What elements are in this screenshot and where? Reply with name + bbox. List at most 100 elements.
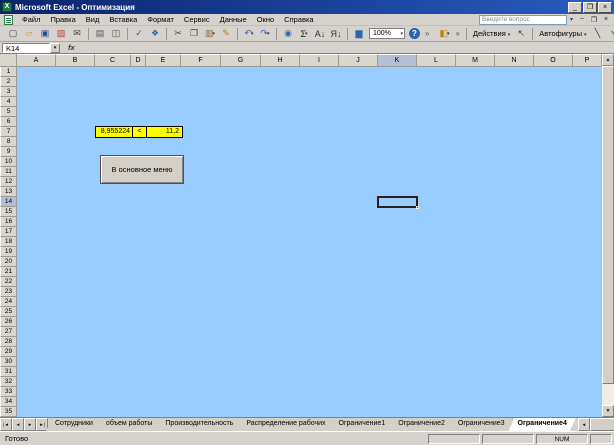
tab-last-button[interactable]: ►| bbox=[36, 418, 48, 431]
question-input[interactable]: Введите вопрос bbox=[479, 15, 567, 25]
zoom-combo[interactable]: 100%▾ bbox=[369, 28, 405, 39]
sheet-tab-сотрудники[interactable]: Сотрудники bbox=[46, 418, 102, 431]
undo-icon[interactable]: ↶▾ bbox=[242, 27, 256, 40]
column-header-G[interactable]: G bbox=[221, 54, 261, 67]
column-header-A[interactable]: A bbox=[17, 54, 56, 67]
selected-cell-k14[interactable] bbox=[377, 196, 418, 208]
row-header-8[interactable]: 8 bbox=[0, 137, 17, 147]
autosum-icon[interactable]: Σ▾ bbox=[297, 27, 311, 40]
workbook-restore-button[interactable]: ❐ bbox=[588, 16, 600, 24]
menu-вставка[interactable]: Вставка bbox=[104, 14, 142, 25]
menu-справка[interactable]: Справка bbox=[279, 14, 318, 25]
tab-first-button[interactable]: |◄ bbox=[0, 418, 12, 431]
mail-icon[interactable]: ✉ bbox=[70, 27, 84, 40]
row-header-10[interactable]: 10 bbox=[0, 157, 17, 167]
row-header-7[interactable]: 7 bbox=[0, 127, 17, 137]
minimize-button[interactable]: _ bbox=[568, 2, 582, 13]
print-preview-icon[interactable]: ◫ bbox=[109, 27, 123, 40]
row-header-32[interactable]: 32 bbox=[0, 377, 17, 387]
sheet-tab-ограничение4[interactable]: Ограничение4 bbox=[509, 418, 576, 431]
research-icon[interactable]: ❖ bbox=[148, 27, 162, 40]
restore-button[interactable]: ❐ bbox=[583, 2, 597, 13]
scroll-down-icon[interactable]: ▼ bbox=[602, 405, 614, 417]
vertical-scrollbar[interactable]: ▲ ▼ bbox=[602, 54, 614, 417]
column-header-D[interactable]: D bbox=[131, 54, 146, 67]
row-header-1[interactable]: 1 bbox=[0, 67, 17, 77]
grid-canvas[interactable]: 8,955224 < 11,2 В основное меню bbox=[17, 67, 602, 417]
name-box-dropdown-icon[interactable]: ▾ bbox=[50, 43, 60, 53]
toolbar-options-icon[interactable]: » bbox=[425, 29, 429, 38]
paste-icon[interactable]: ▥▾ bbox=[203, 27, 217, 40]
row-header-27[interactable]: 27 bbox=[0, 327, 17, 337]
name-box[interactable]: K14 bbox=[2, 43, 50, 53]
menu-файл[interactable]: Файл bbox=[17, 14, 45, 25]
chart-wizard-icon[interactable]: ▆ bbox=[352, 27, 366, 40]
insert-function-icon[interactable]: fx bbox=[68, 43, 75, 52]
line-icon[interactable]: ╲ bbox=[590, 27, 604, 40]
menu-формат[interactable]: Формат bbox=[142, 14, 179, 25]
tab-prev-button[interactable]: ◄ bbox=[12, 418, 24, 431]
column-header-N[interactable]: N bbox=[495, 54, 534, 67]
column-header-K[interactable]: K bbox=[378, 54, 417, 67]
sort-descending-icon[interactable]: Я↓ bbox=[329, 27, 343, 40]
row-header-6[interactable]: 6 bbox=[0, 117, 17, 127]
row-header-12[interactable]: 12 bbox=[0, 177, 17, 187]
menu-правка[interactable]: Правка bbox=[45, 14, 80, 25]
column-header-H[interactable]: H bbox=[261, 54, 300, 67]
cell-c7[interactable]: 8,955224 bbox=[96, 127, 132, 137]
row-header-3[interactable]: 3 bbox=[0, 87, 17, 97]
row-header-28[interactable]: 28 bbox=[0, 337, 17, 347]
column-header-M[interactable]: M bbox=[456, 54, 495, 67]
sheet-tab-ограничение3[interactable]: Ограничение3 bbox=[449, 418, 514, 431]
draw-actions-button[interactable]: Действия▾ bbox=[470, 28, 513, 39]
column-header-C[interactable]: C bbox=[95, 54, 131, 67]
row-header-11[interactable]: 11 bbox=[0, 167, 17, 177]
row-header-22[interactable]: 22 bbox=[0, 277, 17, 287]
permission-icon[interactable]: ▨ bbox=[54, 27, 68, 40]
column-header-O[interactable]: O bbox=[534, 54, 573, 67]
sheet-tab-ограничение2[interactable]: Ограничение2 bbox=[389, 418, 454, 431]
copy-icon[interactable]: ❐ bbox=[187, 27, 201, 40]
sheet-tab-производительность[interactable]: Производительность bbox=[156, 418, 242, 431]
row-header-29[interactable]: 29 bbox=[0, 347, 17, 357]
sheet-tab-объем-работы[interactable]: объем работы bbox=[97, 418, 161, 431]
workbook-close-button[interactable]: × bbox=[600, 16, 612, 23]
print-icon[interactable]: ▤ bbox=[93, 27, 107, 40]
sheet-tab-распределение-рабочих[interactable]: Распределение рабочих bbox=[237, 418, 334, 431]
select-all-corner[interactable] bbox=[0, 54, 17, 67]
column-header-I[interactable]: I bbox=[300, 54, 339, 67]
menu-окно[interactable]: Окно bbox=[252, 14, 279, 25]
question-dropdown-icon[interactable]: ▾ bbox=[567, 16, 576, 23]
row-header-2[interactable]: 2 bbox=[0, 77, 17, 87]
menu-сервис[interactable]: Сервис bbox=[179, 14, 215, 25]
row-header-20[interactable]: 20 bbox=[0, 257, 17, 267]
scroll-left-icon[interactable]: ◄ bbox=[578, 418, 590, 431]
cell-d7[interactable]: < bbox=[132, 127, 147, 137]
sheet-tab-ограничение1[interactable]: Ограничение1 bbox=[330, 418, 395, 431]
column-header-J[interactable]: J bbox=[339, 54, 378, 67]
row-header-9[interactable]: 9 bbox=[0, 147, 17, 157]
select-objects-icon[interactable]: ↖ bbox=[514, 27, 528, 40]
column-header-E[interactable]: E bbox=[146, 54, 181, 67]
close-button[interactable]: × bbox=[598, 2, 612, 13]
column-header-F[interactable]: F bbox=[181, 54, 221, 67]
tab-next-button[interactable]: ► bbox=[24, 418, 36, 431]
horizontal-scrollbar-thumb[interactable] bbox=[590, 418, 614, 431]
row-header-13[interactable]: 13 bbox=[0, 187, 17, 197]
redo-icon[interactable]: ↷▾ bbox=[258, 27, 272, 40]
cut-icon[interactable]: ✂ bbox=[171, 27, 185, 40]
row-header-16[interactable]: 16 bbox=[0, 217, 17, 227]
cell-e7[interactable]: 11,2 bbox=[147, 127, 181, 137]
spelling-icon[interactable]: ✓ bbox=[132, 27, 146, 40]
row-header-17[interactable]: 17 bbox=[0, 227, 17, 237]
arrow-icon[interactable]: ↘ bbox=[606, 27, 614, 40]
horizontal-scrollbar[interactable]: ◄ ► bbox=[578, 418, 602, 431]
hyperlink-icon[interactable]: ◉ bbox=[281, 27, 295, 40]
scroll-up-icon[interactable]: ▲ bbox=[602, 54, 614, 66]
row-header-31[interactable]: 31 bbox=[0, 367, 17, 377]
new-document-icon[interactable]: ▢ bbox=[6, 27, 20, 40]
fill-handle[interactable] bbox=[416, 206, 419, 209]
row-header-34[interactable]: 34 bbox=[0, 397, 17, 407]
column-header-L[interactable]: L bbox=[417, 54, 456, 67]
row-header-24[interactable]: 24 bbox=[0, 297, 17, 307]
